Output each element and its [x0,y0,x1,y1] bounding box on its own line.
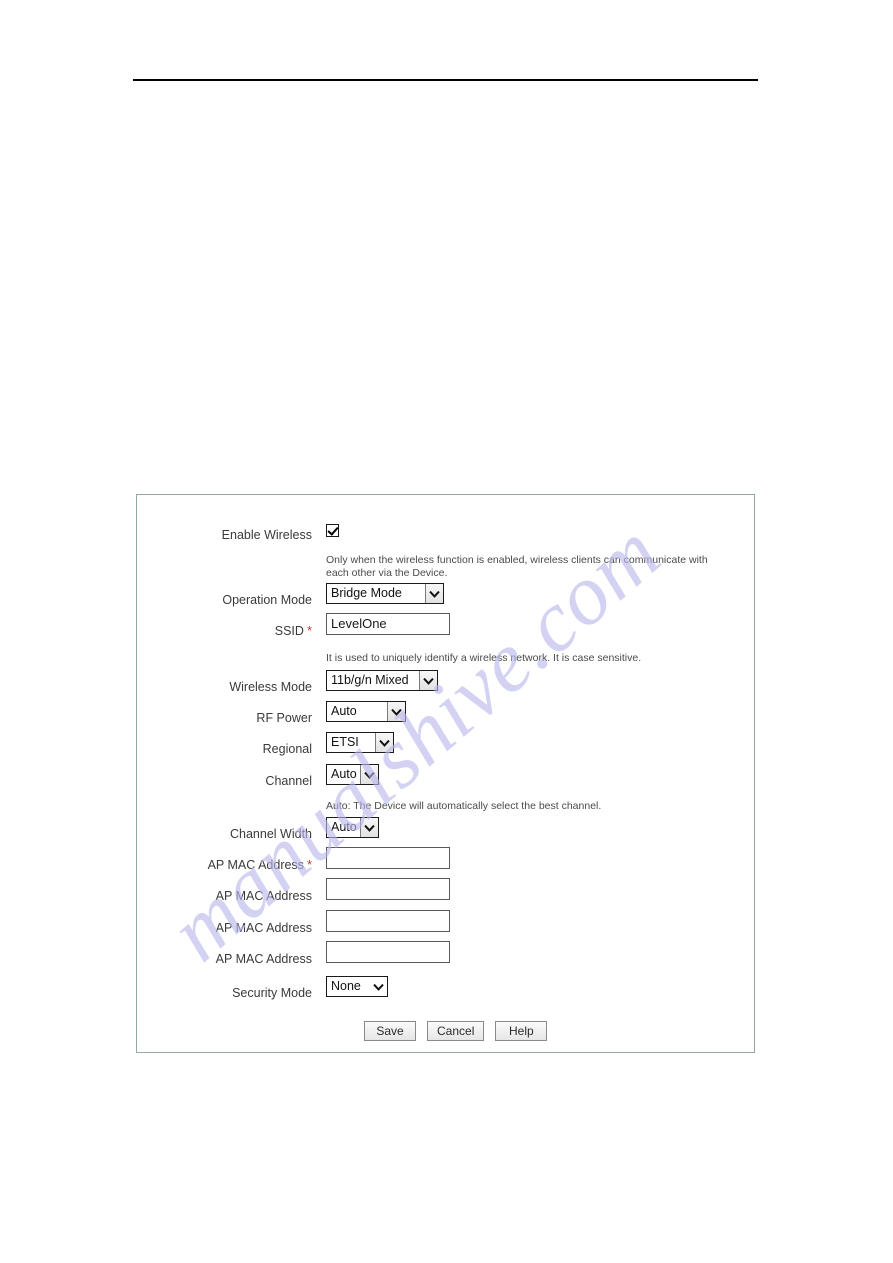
chevron-down-icon [375,733,393,752]
wireless-settings-panel: Enable Wireless Only when the wireless f… [136,494,755,1053]
cancel-button[interactable]: Cancel [427,1021,485,1041]
control-ap-mac-address-2 [326,878,450,900]
control-regional: ETSI [326,732,394,753]
channel-value: Auto [331,767,357,781]
required-marker-ssid: * [306,623,312,638]
control-ap-mac-address-3 [326,910,450,932]
ap-mac-address-4-input[interactable] [326,941,450,963]
help-button[interactable]: Help [495,1021,548,1041]
helper-ssid: It is used to uniquely identify a wirele… [326,652,642,664]
control-ap-mac-address-4 [326,941,450,963]
helper-enable-wireless: Only when the wireless function is enabl… [326,554,708,579]
label-ap-mac-address-1: AP MAC Address * [92,857,312,873]
label-rf-power: RF Power [256,711,312,725]
label-wireless-mode: Wireless Mode [229,680,312,694]
chevron-down-icon [387,702,405,721]
label-enable-wireless: Enable Wireless [221,528,312,542]
ap-mac-address-2-input[interactable] [326,878,450,900]
label-ap-mac-address-4: AP MAC Address [215,952,312,966]
label-ap-mac-address-3: AP MAC Address [215,921,312,935]
label-operation-mode: Operation Mode [222,593,312,607]
label-ssid: SSID * [92,623,312,639]
regional-value: ETSI [331,735,359,749]
label-security-mode: Security Mode [232,986,312,1000]
enable-wireless-checkbox[interactable] [326,524,339,538]
channel-width-value: Auto [331,820,357,834]
regional-select[interactable]: ETSI [326,732,394,753]
label-ssid-text: SSID [274,624,304,638]
label-channel: Channel [265,774,312,788]
operation-mode-select[interactable]: Bridge Mode [326,583,444,604]
control-security-mode: None [326,976,388,997]
label-channel-width: Channel Width [230,827,312,841]
channel-width-select[interactable]: Auto [326,817,379,838]
ap-mac-address-3-input[interactable] [326,910,450,932]
chevron-down-icon [370,977,387,996]
channel-select[interactable]: Auto [326,764,379,785]
rf-power-select[interactable]: Auto [326,701,406,722]
helper-channel: Auto: The Device will automatically sele… [326,800,602,812]
control-enable-wireless [326,522,339,540]
save-button[interactable]: Save [364,1021,416,1041]
rf-power-value: Auto [331,704,357,718]
security-mode-value: None [331,979,361,993]
control-rf-power: Auto [326,701,406,722]
label-regional: Regional [262,742,312,756]
chevron-down-icon [360,818,378,837]
control-ap-mac-address-1 [326,847,450,869]
label-ap-mac-address-1-text: AP MAC Address [207,858,304,872]
control-channel: Auto [326,764,379,785]
control-operation-mode: Bridge Mode [326,583,444,604]
ap-mac-address-1-input[interactable] [326,847,450,869]
control-wireless-mode: 11b/g/n Mixed [326,670,438,691]
wireless-mode-select[interactable]: 11b/g/n Mixed [326,670,438,691]
security-mode-select[interactable]: None [326,976,388,997]
label-ap-mac-address-2: AP MAC Address [215,889,312,903]
ssid-input[interactable]: LevelOne [326,613,450,635]
page-header-rule [133,79,758,81]
control-ssid: LevelOne [326,613,450,635]
operation-mode-value: Bridge Mode [331,586,402,600]
chevron-down-icon [425,584,443,603]
button-bar: Save Cancel Help [364,1021,548,1041]
chevron-down-icon [360,765,378,784]
wireless-mode-value: 11b/g/n Mixed [331,673,409,687]
control-channel-width: Auto [326,817,379,838]
required-marker-ap-mac-1: * [306,857,312,872]
chevron-down-icon [419,671,437,690]
